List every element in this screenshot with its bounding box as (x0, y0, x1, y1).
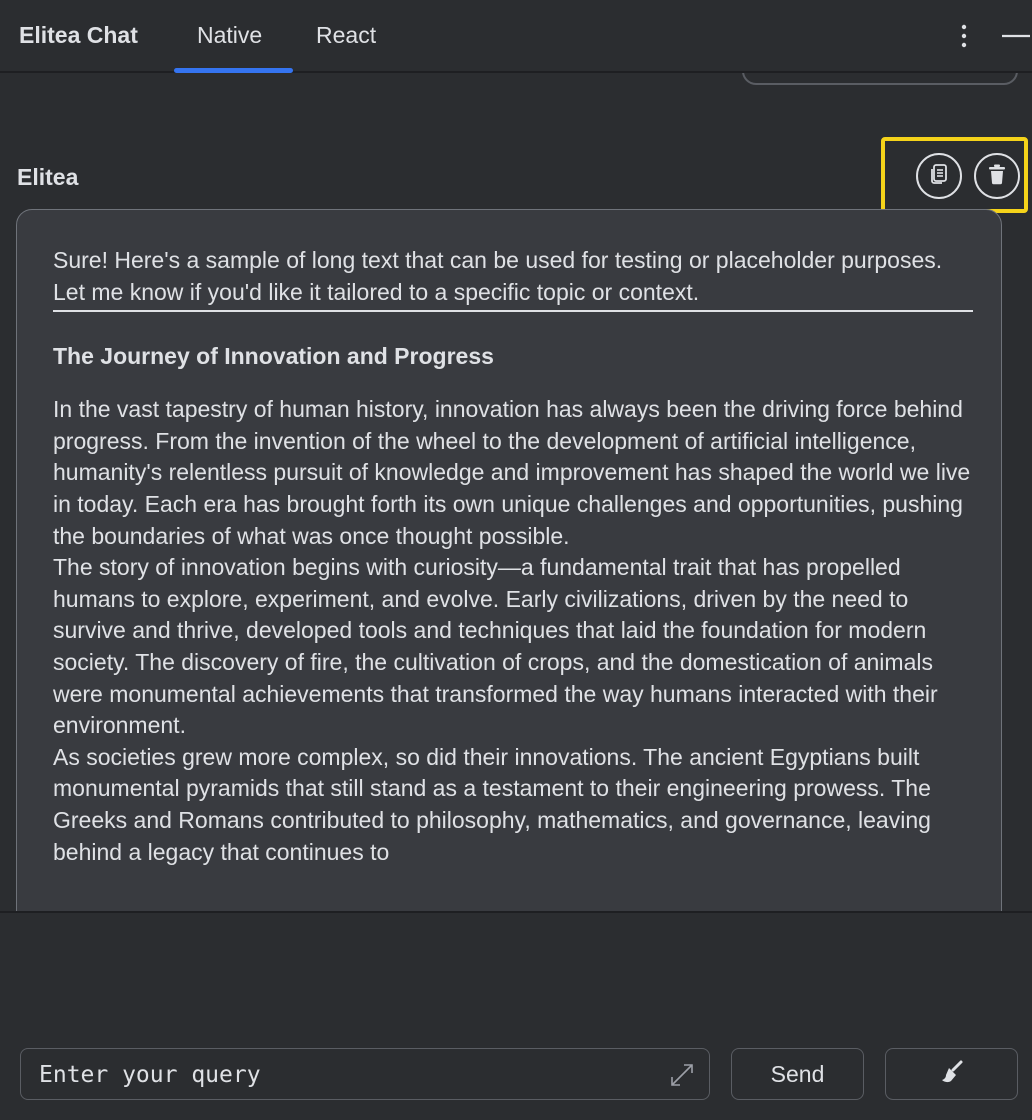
copy-icon (927, 162, 951, 191)
tab-react[interactable]: React (316, 22, 376, 49)
footer-divider (0, 911, 1032, 913)
assistant-message-bubble: Sure! Here's a sample of long text that … (16, 209, 1002, 912)
message-intro-text: Sure! Here's a sample of long text that … (53, 245, 973, 313)
copy-message-button[interactable] (916, 153, 962, 199)
message-content: Sure! Here's a sample of long text that … (53, 245, 973, 868)
chat-messages-area[interactable]: Elitea Sure! Here's a sample of long tex… (0, 73, 1032, 912)
message-sender-name: Elitea (17, 164, 79, 190)
broom-icon (938, 1058, 966, 1091)
message-heading: The Journey of Innovation and Progress (53, 343, 494, 370)
query-input[interactable] (37, 1049, 661, 1100)
tab-native[interactable]: Native (197, 22, 262, 49)
trash-icon (985, 162, 1009, 191)
delete-message-button[interactable] (974, 153, 1020, 199)
query-input-container (20, 1048, 710, 1100)
more-vertical-icon[interactable] (952, 22, 976, 50)
clear-chat-button[interactable] (885, 1048, 1018, 1100)
message-paragraph: The story of innovation begins with curi… (53, 554, 938, 739)
app-title: Elitea Chat (19, 22, 138, 48)
expand-icon[interactable] (668, 1061, 696, 1089)
minimize-icon[interactable] (1000, 22, 1032, 50)
message-paragraph: As societies grew more complex, so did t… (53, 743, 931, 865)
previous-message-bubble (742, 73, 1018, 85)
tool-window-header: Elitea Chat Native React (0, 0, 1032, 73)
send-button[interactable]: Send (731, 1048, 864, 1100)
message-paragraph: In the vast tapestry of human history, i… (53, 396, 971, 549)
